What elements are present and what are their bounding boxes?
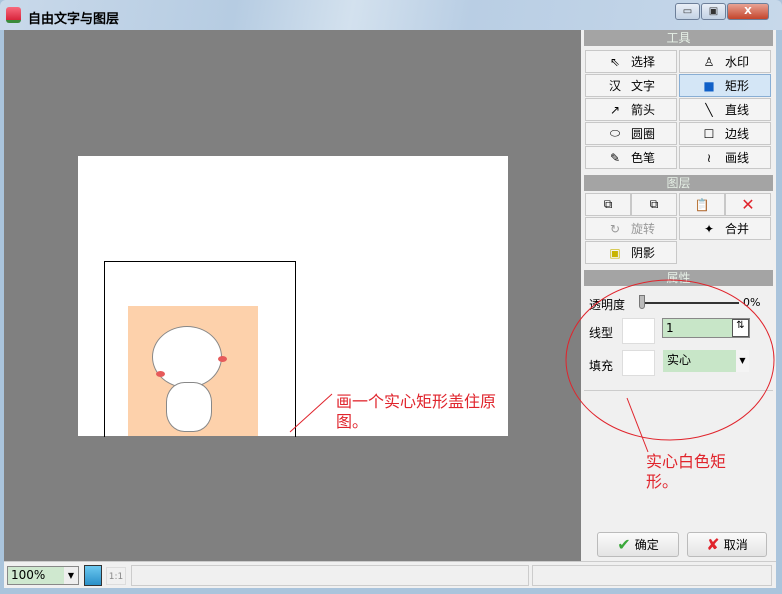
panel-annotation: 实心白色矩形。 xyxy=(646,452,727,491)
tool-rectangle[interactable]: ■ 矩形 xyxy=(679,74,771,97)
spinner-icon[interactable]: ⇅ xyxy=(732,319,749,337)
tool-label: 色笔 xyxy=(630,151,655,165)
tool-text[interactable]: 汉文字 xyxy=(585,74,677,97)
zoom-chevron-icon: ▼ xyxy=(64,567,78,584)
zoom-value: 100% xyxy=(11,568,46,582)
title-bar: 自由文字与图层 ▭ ▣ X xyxy=(0,0,782,30)
tool-cursor[interactable]: ⇖ 选择 xyxy=(585,50,677,73)
line-color-swatch[interactable] xyxy=(622,318,655,344)
border-icon: ☐ xyxy=(703,126,715,141)
tools-header: 工具 xyxy=(584,30,773,46)
status-field-2 xyxy=(532,565,772,586)
canvas-area[interactable]: 画一个实心矩形盖住原图。 xyxy=(4,30,581,561)
tool-label: 画线 xyxy=(724,151,749,165)
rotate-icon: ↻ xyxy=(609,221,621,236)
highlighter-icon: ✎ xyxy=(609,150,621,165)
send-backward-icon: ⧉ xyxy=(649,197,659,211)
fill-select-value: 实心 xyxy=(667,353,692,367)
minimize-button[interactable]: ▭ xyxy=(675,3,700,20)
tool-line[interactable]: ╲ 直线 xyxy=(679,98,771,121)
opacity-value: 0% xyxy=(743,296,761,309)
text-icon: 汉 xyxy=(608,79,621,93)
send-backward-button[interactable]: ⧉ xyxy=(631,193,677,216)
canvas-annotation: 画一个实心矩形盖住原图。 xyxy=(336,392,497,431)
actual-size-button[interactable]: 1:1 xyxy=(106,567,126,585)
ok-label: 确定 xyxy=(634,538,659,552)
opacity-slider[interactable] xyxy=(641,302,739,304)
merge-label: 合并 xyxy=(724,222,749,236)
tool-label: 选择 xyxy=(630,55,655,69)
app-icon xyxy=(6,7,21,23)
tool-label: 矩形 xyxy=(724,79,749,93)
tool-stamp[interactable]: ♙ 水印 xyxy=(679,50,771,73)
shadow-label: 阴影 xyxy=(630,246,655,260)
fill-label: 填充 xyxy=(589,359,614,373)
tool-label: 文字 xyxy=(630,79,655,93)
close-button[interactable]: X xyxy=(727,3,769,20)
shadow-icon: ▣ xyxy=(609,245,621,260)
tool-label: 圆圈 xyxy=(630,127,655,141)
copy-layer-button[interactable]: 📋 xyxy=(679,193,725,216)
fit-image-icon[interactable] xyxy=(84,565,102,586)
rectangle-icon: ■ xyxy=(703,78,715,93)
divider xyxy=(584,390,773,391)
check-icon: ✔ xyxy=(617,535,631,554)
window-title: 自由文字与图层 xyxy=(28,12,120,27)
rotate-label: 旋转 xyxy=(630,222,655,236)
ellipse-icon: ⬭ xyxy=(609,126,621,140)
shadow-button[interactable]: ▣ 阴影 xyxy=(585,241,677,264)
copy-icon: 📋 xyxy=(694,197,710,212)
layers-header: 图层 xyxy=(584,175,773,191)
line-icon: ╲ xyxy=(705,102,713,117)
chevron-down-icon[interactable]: ▼ xyxy=(736,350,749,372)
rotate-button: ↻ 旋转 xyxy=(585,217,677,240)
status-bar: 100% ▼ 1:1 xyxy=(4,561,776,588)
fill-color-swatch[interactable] xyxy=(622,350,655,376)
tool-ellipse[interactable]: ⬭ 圆圈 xyxy=(585,122,677,145)
opacity-slider-thumb[interactable] xyxy=(639,295,645,309)
annotation-lines xyxy=(289,393,333,433)
status-field xyxy=(131,565,529,586)
delete-icon: ✕ xyxy=(741,195,755,214)
opacity-label: 透明度 xyxy=(589,298,626,312)
tool-border[interactable]: ☐ 边线 xyxy=(679,122,771,145)
cursor-icon: ⇖ xyxy=(609,54,621,69)
bring-forward-icon: ⧉ xyxy=(603,197,613,211)
zoom-select[interactable]: 100% ▼ xyxy=(7,566,79,585)
cancel-label: 取消 xyxy=(723,538,748,552)
tool-arrow[interactable]: ↗ 箭头 xyxy=(585,98,677,121)
merge-icon: ✦ xyxy=(703,221,715,236)
tool-label: 箭头 xyxy=(630,103,655,117)
arrow-icon: ↗ xyxy=(609,102,621,117)
bring-forward-button[interactable]: ⧉ xyxy=(585,193,631,216)
stamp-icon: ♙ xyxy=(703,54,715,69)
maximize-button[interactable]: ▣ xyxy=(701,3,726,20)
tool-freehand[interactable]: ≀ 画线 xyxy=(679,146,771,169)
tool-label: 边线 xyxy=(724,127,749,141)
properties-header: 属性 xyxy=(584,270,773,286)
x-icon: ✘ xyxy=(706,535,720,554)
cancel-button[interactable]: ✘ 取消 xyxy=(687,532,767,557)
ok-button[interactable]: ✔ 确定 xyxy=(597,532,679,557)
tool-label: 直线 xyxy=(724,103,749,117)
line-label: 线型 xyxy=(589,326,614,340)
delete-layer-button[interactable]: ✕ xyxy=(725,193,771,216)
freehand-icon: ≀ xyxy=(706,150,712,165)
tool-highlighter[interactable]: ✎ 色笔 xyxy=(585,146,677,169)
merge-button[interactable]: ✦ 合并 xyxy=(679,217,771,240)
tool-label: 水印 xyxy=(724,55,749,69)
